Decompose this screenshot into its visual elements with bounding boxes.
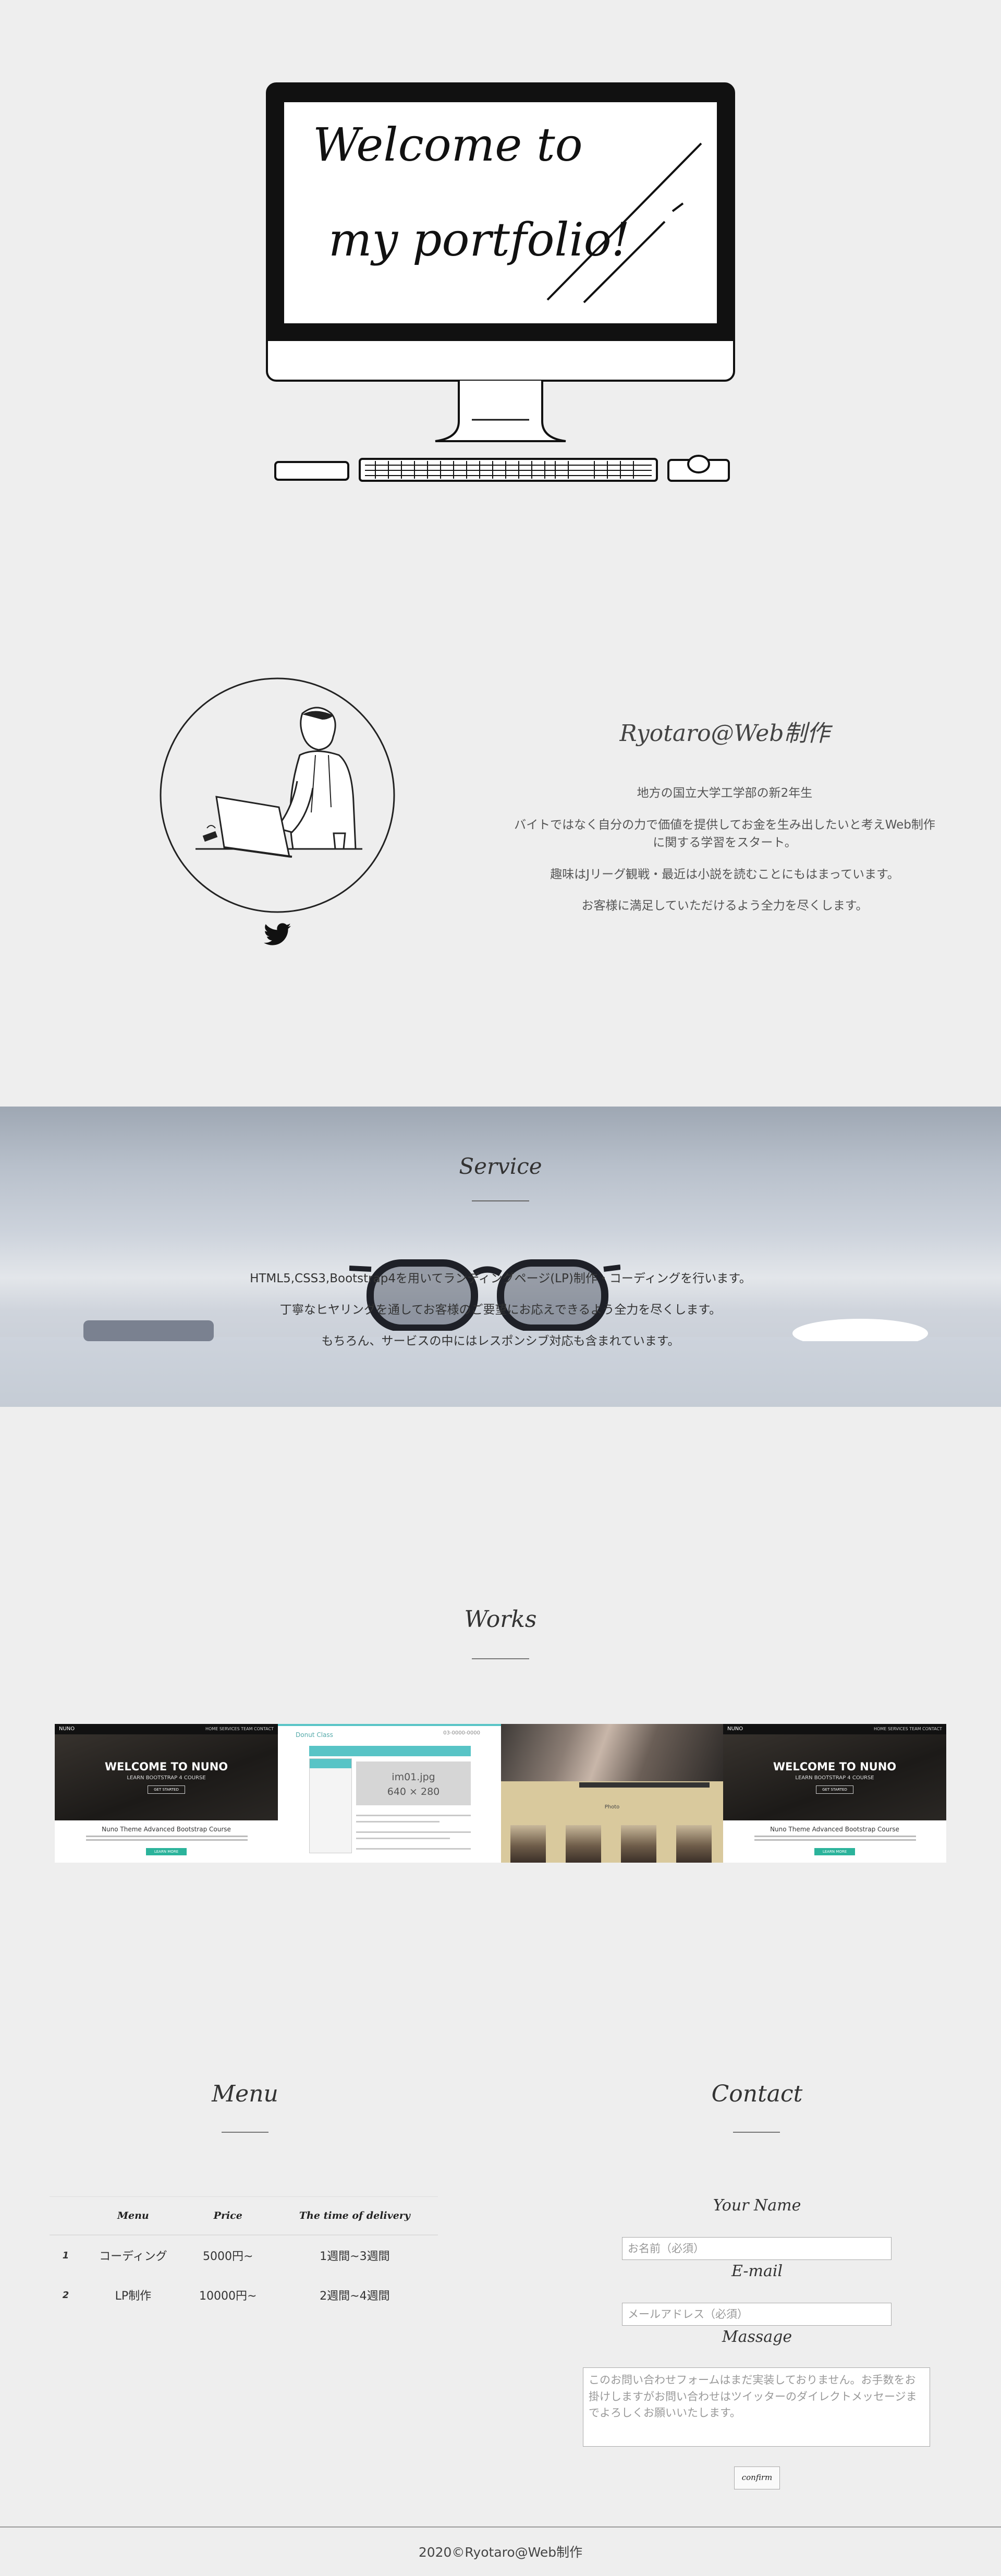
service-title: Service bbox=[459, 1153, 542, 1179]
service-line: もちろん、サービスの中にはレスポンシブ対応も含まれています。 bbox=[321, 1334, 680, 1348]
nuno-logo: NUNO bbox=[727, 1726, 743, 1732]
menu-table: Menu Price The time of delivery 1 コーディング… bbox=[50, 2196, 438, 2315]
nuno-subtitle: LEARN BOOTSTRAP 4 COURSE bbox=[795, 1775, 874, 1781]
footer: 2020©Ryotaro@Web制作 bbox=[0, 2526, 1001, 2576]
contact-title-rule bbox=[733, 2132, 780, 2133]
works-title: Works bbox=[464, 1606, 537, 1633]
menu-row-time: 2週間~4週間 bbox=[320, 2290, 390, 2303]
profile-line: お客様に満足していただけるよう全力を尽くします。 bbox=[581, 899, 868, 913]
service-section: Service HTML5,CSS3,Bootstrap4を用いてランディングペ… bbox=[0, 1107, 1001, 1407]
menu-header-index bbox=[50, 2196, 82, 2235]
contact-title: Contact bbox=[711, 2081, 803, 2107]
nuno-button: GET STARTED bbox=[816, 1785, 853, 1794]
nuno-cta: LEARN MORE bbox=[814, 1848, 855, 1855]
hero-screen-line2: my portfolio! bbox=[328, 213, 630, 266]
profile-avatar bbox=[160, 677, 395, 913]
service-title-rule bbox=[472, 1200, 529, 1201]
works-title-rule bbox=[472, 1658, 529, 1659]
work-thumbnail-donut[interactable]: Donut Class 03-0000-0000 im01.jpg 640 × … bbox=[278, 1724, 501, 1863]
work-thumbnail-nuno-2[interactable]: NUNO HOME SERVICES TEAM CONTACT WELCOME … bbox=[723, 1724, 946, 1863]
menu-row-price: 10000円~ bbox=[199, 2290, 257, 2303]
profile-section: Ryotaro@Web制作 地方の国立大学工学部の新2年生 バイトではなく自分の… bbox=[0, 626, 1001, 991]
work-thumbnail-nuno[interactable]: NUNO HOME SERVICES TEAM CONTACT WELCOME … bbox=[55, 1724, 278, 1863]
menu-row-index: 1 bbox=[62, 2250, 69, 2261]
profile-name: Ryotaro@Web制作 bbox=[619, 720, 830, 747]
menu-title: Menu bbox=[212, 2081, 278, 2107]
nuno-button: GET STARTED bbox=[148, 1785, 185, 1794]
menu-table-header: Menu Price The time of delivery bbox=[50, 2196, 438, 2235]
menu-title-rule bbox=[222, 2132, 268, 2133]
menu-row-name: コーディング bbox=[99, 2250, 167, 2263]
profile-line: バイトではなく自分の力で価値を提供してお金を生み出したいと考えWeb制作に関する… bbox=[514, 818, 935, 850]
nuno-nav: HOME SERVICES TEAM CONTACT bbox=[874, 1727, 942, 1731]
donut-image-size: 640 × 280 bbox=[387, 1786, 440, 1797]
profile-text: Ryotaro@Web制作 地方の国立大学工学部の新2年生 バイトではなく自分の… bbox=[511, 714, 938, 929]
nuno-headline: WELCOME TO NUNO bbox=[104, 1760, 228, 1773]
menu-row-index: 2 bbox=[62, 2289, 69, 2301]
name-label: Your Name bbox=[713, 2196, 801, 2215]
confirm-button[interactable]: confirm bbox=[734, 2466, 780, 2489]
nuno-nav: HOME SERVICES TEAM CONTACT bbox=[205, 1727, 274, 1731]
profile-line: 地方の国立大学工学部の新2年生 bbox=[637, 786, 813, 800]
donut-image-placeholder: im01.jpg 640 × 280 bbox=[356, 1761, 471, 1805]
glasses-image bbox=[349, 1259, 620, 1331]
twitter-icon[interactable] bbox=[264, 923, 291, 946]
message-label: Massage bbox=[722, 2328, 792, 2346]
service-line: HTML5,CSS3,Bootstrap4を用いてランディングページ(LP)制作… bbox=[250, 1272, 751, 1285]
menu-contact-section: Menu Menu Price The time of delivery 1 コ… bbox=[0, 2060, 1001, 2489]
message-textarea[interactable]: このお問い合わせフォームはまだ実装しておりません。お手数をお掛けしますがお問い合… bbox=[583, 2367, 930, 2447]
email-input[interactable]: メールアドレス（必須） bbox=[622, 2303, 892, 2326]
hero-screen-line1: Welcome to bbox=[313, 118, 583, 172]
nuno-logo: NUNO bbox=[59, 1726, 75, 1732]
menu-row-name: LP制作 bbox=[115, 2290, 152, 2303]
menu-header-menu: Menu bbox=[82, 2196, 185, 2235]
donut-tel: 03-0000-0000 bbox=[443, 1730, 480, 1736]
hero-section: Welcome to my portfolio! bbox=[0, 0, 1001, 521]
nuno-heading: Nuno Theme Advanced Bootstrap Course bbox=[770, 1826, 899, 1833]
donut-logo: Donut Class bbox=[296, 1731, 333, 1739]
footer-text: 2020©Ryotaro@Web制作 bbox=[418, 2545, 583, 2560]
photo-caption: Photo bbox=[604, 1804, 620, 1810]
menu-row-time: 1週間~3週間 bbox=[320, 2250, 390, 2263]
menu-header-price: Price bbox=[184, 2196, 272, 2235]
nuno-headline: WELCOME TO NUNO bbox=[773, 1760, 897, 1773]
service-line: 丁寧なヒヤリングを通してお客様のご要望にお応えできるよう全力を尽くします。 bbox=[279, 1303, 722, 1317]
menu-header-time: The time of delivery bbox=[271, 2196, 438, 2235]
donut-image-name: im01.jpg bbox=[392, 1771, 435, 1783]
nuno-subtitle: LEARN BOOTSTRAP 4 COURSE bbox=[127, 1775, 206, 1781]
table-row: 2 LP制作 10000円~ 2週間~4週間 bbox=[50, 2275, 438, 2315]
nuno-heading: Nuno Theme Advanced Bootstrap Course bbox=[102, 1826, 231, 1833]
profile-line: 趣味はJリーグ観戦・最近は小説を読むことにもはまっています。 bbox=[550, 867, 899, 881]
work-thumbnail-photo[interactable]: Photo bbox=[501, 1724, 723, 1863]
email-label: E-mail bbox=[731, 2262, 783, 2280]
name-input[interactable]: お名前（必須） bbox=[622, 2237, 892, 2260]
computer-illustration: Welcome to my portfolio! bbox=[266, 82, 735, 482]
menu-row-price: 5000円~ bbox=[203, 2250, 253, 2263]
works-section: Works NUNO HOME SERVICES TEAM CONTACT WE… bbox=[0, 1564, 1001, 1929]
nuno-cta: LEARN MORE bbox=[146, 1848, 187, 1855]
table-row: 1 コーディング 5000円~ 1週間~3週間 bbox=[50, 2235, 438, 2275]
